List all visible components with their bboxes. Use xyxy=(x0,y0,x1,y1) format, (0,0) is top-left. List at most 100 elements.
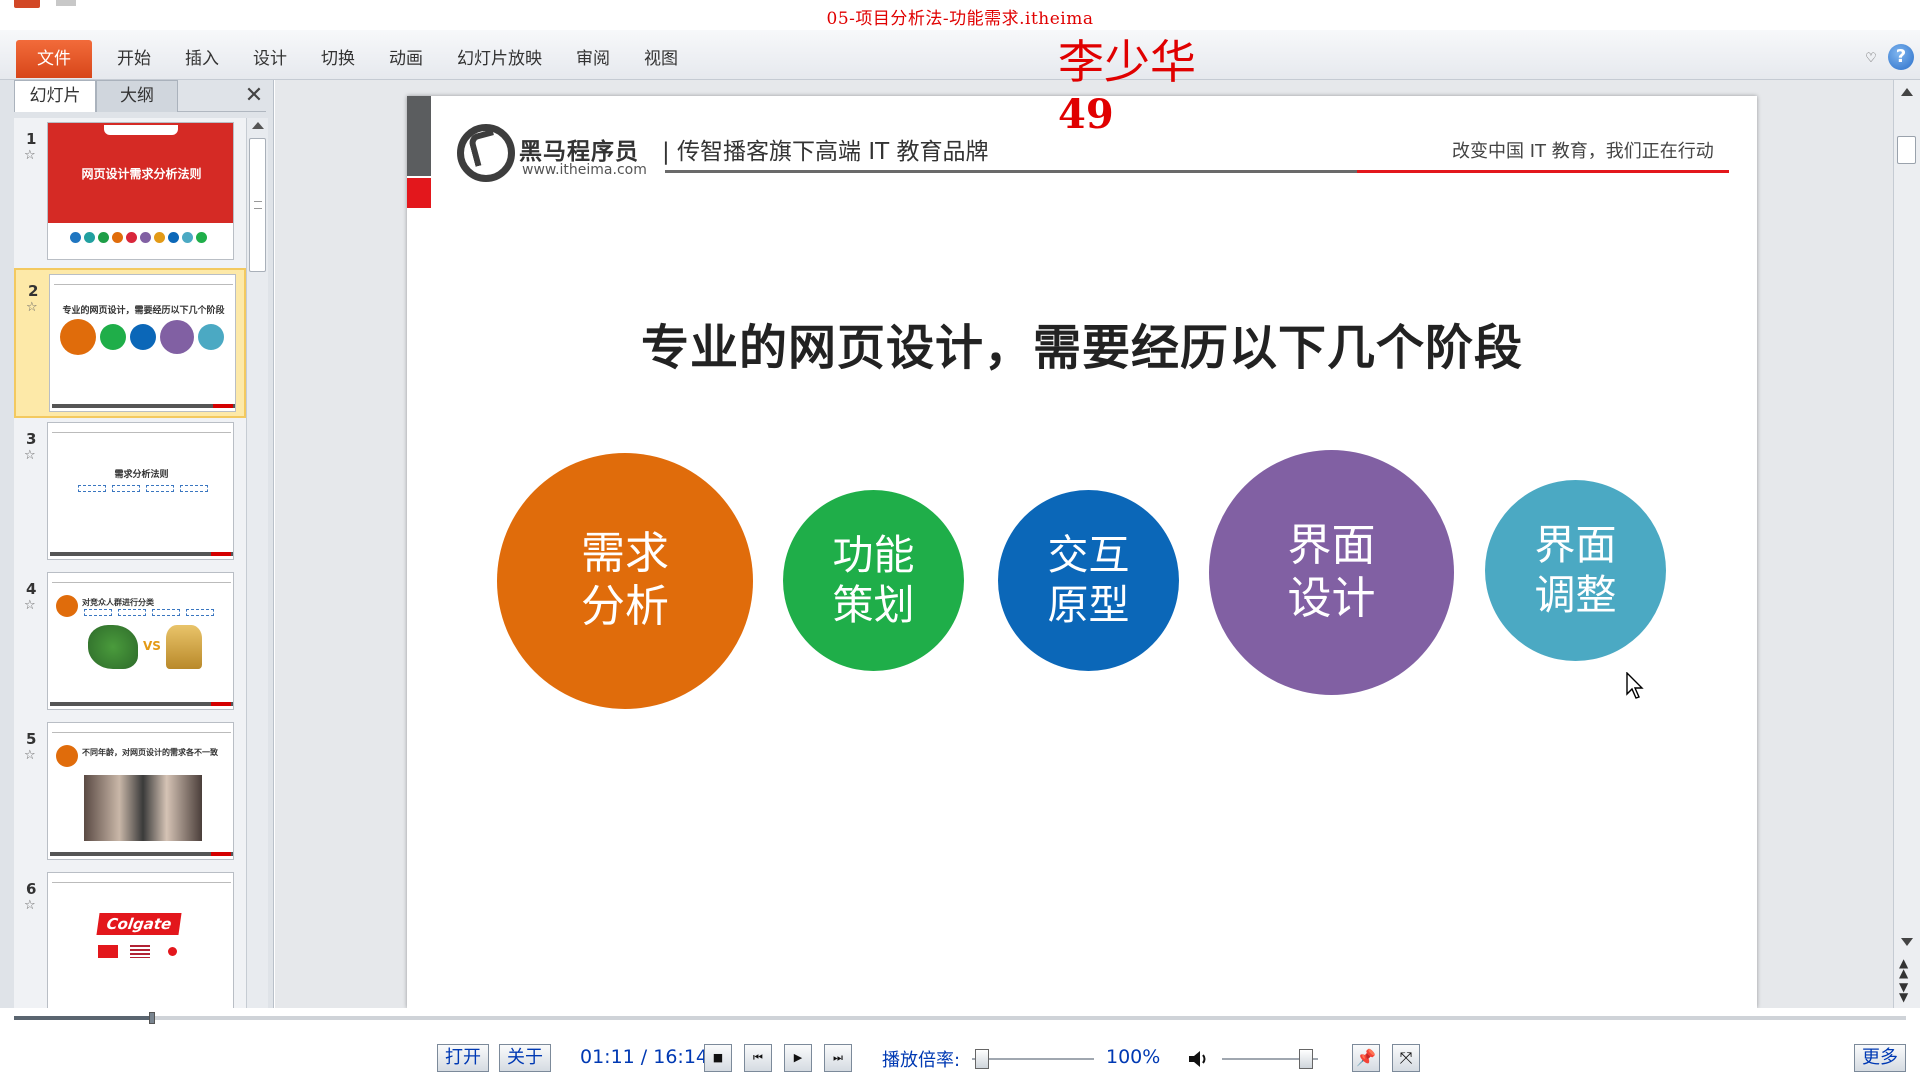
vs-label: VS xyxy=(143,639,161,653)
dragon-image xyxy=(88,625,138,669)
thumbnail-row-1[interactable]: 1 ☆ 网页设计需求分析法则 xyxy=(14,118,246,268)
thumbnail-title: 需求分析法则 xyxy=(114,470,169,480)
tab-outline[interactable]: 大纲 xyxy=(96,80,178,112)
close-icon[interactable]: ✕ xyxy=(242,84,266,108)
about-button[interactable]: 关于 xyxy=(499,1044,551,1072)
tab-home[interactable]: 开始 xyxy=(100,40,168,78)
ribbon: 文件 开始 插入 设计 切换 动画 幻灯片放映 审阅 视图 ♡ ? xyxy=(0,30,1920,80)
animation-star-icon: ☆ xyxy=(24,148,36,163)
thumbnail-title: 不同年龄，对网页设计的需求各不一致 xyxy=(82,748,218,757)
china-flag-icon xyxy=(98,945,118,958)
ribbon-minimize-icon[interactable]: ♡ xyxy=(1864,52,1878,66)
tab-animations[interactable]: 动画 xyxy=(372,40,440,78)
stage-line2: 策划 xyxy=(832,580,915,629)
open-button[interactable]: 打开 xyxy=(437,1044,489,1072)
animation-star-icon: ☆ xyxy=(24,748,36,763)
slide-thumbnail-4[interactable]: 对竞众人群进行分类 VS xyxy=(47,572,234,710)
scroll-down-icon[interactable] xyxy=(1901,938,1913,946)
rate-slider-track[interactable] xyxy=(972,1058,1094,1060)
thumbnail-bullet xyxy=(56,595,78,617)
scroll-up-icon[interactable] xyxy=(1901,88,1913,96)
overlay-name: 李少华 xyxy=(1058,35,1196,89)
slide-slogan-right: 改变中国 IT 教育，我们正在行动 xyxy=(1452,141,1714,162)
tab-file[interactable]: 文件 xyxy=(16,40,92,78)
people-photo xyxy=(84,775,202,841)
slide-thumbnail-1[interactable]: 网页设计需求分析法则 xyxy=(47,122,234,260)
stage-line1: 需求 xyxy=(581,528,669,580)
tab-transitions[interactable]: 切换 xyxy=(304,40,372,78)
tab-view[interactable]: 视图 xyxy=(627,40,695,78)
colgate-logo: Colgate xyxy=(96,913,182,935)
scroll-thumb[interactable] xyxy=(249,138,266,272)
thumbnail-row-6[interactable]: 6 ☆ Colgate xyxy=(14,868,246,1008)
thumbnail-circles xyxy=(60,319,224,355)
slide-thumbnail-3[interactable]: 需求分析法则 xyxy=(47,422,234,560)
logo-url: www.itheima.com xyxy=(522,162,647,178)
slide-thumbnail-6[interactable]: Colgate xyxy=(47,872,234,1008)
thumbnail-row-5[interactable]: 5 ☆ 不同年龄，对网页设计的需求各不一致 xyxy=(14,718,246,868)
stage-circle-requirements[interactable]: 需求 分析 xyxy=(497,453,753,709)
tab-slides[interactable]: 幻灯片 xyxy=(14,80,96,112)
stage-line2: 调整 xyxy=(1534,570,1617,619)
animation-star-icon: ☆ xyxy=(24,898,36,913)
rate-label: 播放倍率: xyxy=(882,1050,961,1071)
seek-progress xyxy=(14,1016,152,1020)
seek-track[interactable] xyxy=(14,1016,1906,1020)
help-icon[interactable]: ? xyxy=(1888,44,1914,70)
thumbnail-row-3[interactable]: 3 ☆ 需求分析法则 xyxy=(14,418,246,568)
seek-handle[interactable] xyxy=(149,1012,155,1024)
thumbnail-footer-red xyxy=(211,852,231,856)
stage-circle-feature-planning[interactable]: 功能 策划 xyxy=(783,490,964,671)
fullscreen-icon[interactable]: ⤧ xyxy=(1392,1044,1420,1072)
thumbnail-bullet xyxy=(56,745,78,767)
thumbnail-header xyxy=(52,577,231,583)
slide-thumbnail-5[interactable]: 不同年龄，对网页设计的需求各不一致 xyxy=(47,722,234,860)
tab-insert[interactable]: 插入 xyxy=(168,40,236,78)
thumbnail-footer-red xyxy=(211,552,231,556)
rate-slider-handle[interactable] xyxy=(975,1049,989,1069)
volume-slider-handle[interactable] xyxy=(1299,1049,1313,1069)
play-icon[interactable]: ▶ xyxy=(784,1044,812,1072)
stop-icon[interactable]: ■ xyxy=(704,1044,732,1072)
thumbnail-title: 网页设计需求分析法则 xyxy=(81,167,202,181)
current-slide[interactable]: 黑马程序员 www.itheima.com | 传智播客旗下高端 IT 教育品牌… xyxy=(407,96,1757,1008)
pin-icon[interactable]: 📌 xyxy=(1352,1044,1380,1072)
scroll-thumb[interactable] xyxy=(1897,136,1916,164)
pane-tabs: 幻灯片 大纲 ✕ xyxy=(14,80,266,112)
volume-icon[interactable] xyxy=(1186,1048,1210,1070)
tab-slideshow[interactable]: 幻灯片放映 xyxy=(440,40,559,78)
stage-line2: 原型 xyxy=(1047,580,1130,629)
more-button[interactable]: 更多 xyxy=(1854,1044,1906,1072)
header-divider-red xyxy=(1357,170,1729,173)
thumbnail-footer-red xyxy=(211,702,231,706)
stage-circle-ui-design[interactable]: 界面 设计 xyxy=(1209,450,1454,695)
stage-line1: 界面 xyxy=(1287,519,1376,571)
tab-review[interactable]: 审阅 xyxy=(559,40,627,78)
slide-thumbnail-pane: 幻灯片 大纲 ✕ 1 ☆ 网页设计需求分析法则 2 ☆ 专业的网页设计，需要经历… xyxy=(0,80,274,1008)
skip-forward-icon[interactable]: ⏭ xyxy=(824,1044,852,1072)
slide-accent-grey xyxy=(407,96,431,176)
thumbnail-boxes xyxy=(78,485,208,492)
thumbnail-title: 专业的网页设计，需要经历以下几个阶段 xyxy=(62,306,225,316)
scroll-up-icon[interactable] xyxy=(252,122,264,129)
japan-flag-icon xyxy=(168,947,177,956)
thumbnail-row-4[interactable]: 4 ☆ 对竞众人群进行分类 VS xyxy=(14,568,246,718)
next-slide-icon[interactable]: ▼ ▼ xyxy=(1899,981,1908,1003)
thumbnail-scrollbar[interactable] xyxy=(246,118,268,1008)
thumbnail-footer xyxy=(50,702,233,706)
title-bar: 05-项目分析法-功能需求.itheima xyxy=(0,0,1920,30)
animation-star-icon: ☆ xyxy=(24,598,36,613)
stage-circle-prototype[interactable]: 交互 原型 xyxy=(998,490,1179,671)
overlay-number: 49 xyxy=(1058,91,1114,138)
skip-back-icon[interactable]: ⏮ xyxy=(744,1044,772,1072)
thumbnail-row-2[interactable]: 2 ☆ 专业的网页设计，需要经历以下几个阶段 xyxy=(14,268,246,418)
thumbnail-dots xyxy=(70,232,207,243)
slide-scrollbar[interactable]: ▲ ▲ ▼ ▼ xyxy=(1893,80,1920,1008)
stage-circle-ui-adjust[interactable]: 界面 调整 xyxy=(1485,480,1666,661)
playback-time: 01:11 / 16:14 xyxy=(580,1046,708,1068)
tab-design[interactable]: 设计 xyxy=(236,40,304,78)
powerpoint-window: 05-项目分析法-功能需求.itheima 文件 开始 插入 设计 切换 动画 … xyxy=(0,0,1920,1080)
slide-thumbnail-2[interactable]: 专业的网页设计，需要经历以下几个阶段 xyxy=(49,274,236,412)
thumbnail-number: 5 xyxy=(26,730,37,748)
previous-slide-icon[interactable]: ▲ ▲ xyxy=(1899,957,1908,979)
